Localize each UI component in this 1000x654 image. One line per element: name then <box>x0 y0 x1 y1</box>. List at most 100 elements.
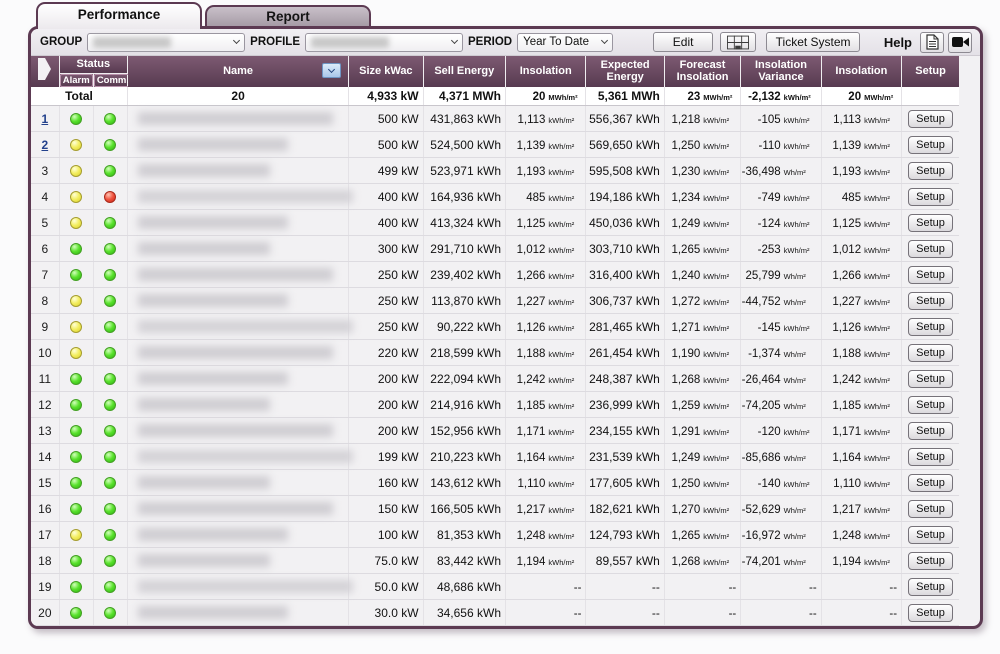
row-number[interactable]: 15 <box>38 476 51 490</box>
redacted-plant-name <box>138 450 353 463</box>
row-number[interactable]: 11 <box>39 372 51 386</box>
name-sort-button[interactable] <box>322 63 341 78</box>
alarm-led <box>70 529 82 541</box>
row-number[interactable]: 17 <box>38 528 51 542</box>
row-number[interactable]: 1 <box>41 112 48 126</box>
setup-button[interactable]: Setup <box>908 370 953 388</box>
plant-name-cell <box>127 496 348 522</box>
plant-name-cell <box>127 444 348 470</box>
setup-button[interactable]: Setup <box>908 526 953 544</box>
size-cell: 250 kW <box>349 288 423 314</box>
sell-energy-cell: 222,094 kWh <box>423 366 505 392</box>
setup-button[interactable]: Setup <box>908 188 953 206</box>
setup-button[interactable]: Setup <box>908 500 953 518</box>
redacted-plant-name <box>138 424 333 437</box>
setup-button[interactable]: Setup <box>908 136 953 154</box>
help-document-button[interactable] <box>920 32 944 53</box>
row-number[interactable]: 8 <box>41 294 48 308</box>
comm-led <box>104 139 116 151</box>
plant-name-cell <box>127 236 348 262</box>
plant-name-cell <box>127 288 348 314</box>
setup-cell: Setup <box>902 106 959 132</box>
row-number-cell: 15 <box>31 470 59 496</box>
insolation-2-cell: 1,164kWh/m² <box>821 444 901 470</box>
alarm-status-cell <box>59 470 93 496</box>
alarm-led <box>70 269 82 281</box>
row-number[interactable]: 3 <box>41 164 48 178</box>
setup-button[interactable]: Setup <box>908 578 953 596</box>
row-number[interactable]: 19 <box>38 580 51 594</box>
sell-energy-cell: 291,710 kWh <box>423 236 505 262</box>
row-number[interactable]: 13 <box>38 424 51 438</box>
chevron-down-icon <box>451 37 458 44</box>
comm-led <box>104 399 116 411</box>
row-number[interactable]: 16 <box>38 502 51 516</box>
size-cell: 100 kW <box>349 522 423 548</box>
comm-led <box>104 477 116 489</box>
size-cell: 500 kW <box>349 106 423 132</box>
alarm-status-cell <box>59 158 93 184</box>
row-number-cell: 13 <box>31 418 59 444</box>
table-row: 3 499 kW 523,971 kWh 1,193kWh/m² 595,508… <box>31 158 959 184</box>
setup-button[interactable]: Setup <box>908 396 953 414</box>
row-number[interactable]: 2 <box>41 138 48 152</box>
setup-button[interactable]: Setup <box>908 292 953 310</box>
row-number[interactable]: 7 <box>41 268 48 282</box>
comm-status-cell <box>93 210 127 236</box>
row-number[interactable]: 14 <box>38 450 51 464</box>
row-number[interactable]: 4 <box>41 190 48 204</box>
sell-energy-cell: 113,870 kWh <box>423 288 505 314</box>
comm-led <box>104 425 116 437</box>
setup-button[interactable]: Setup <box>908 422 953 440</box>
setup-button[interactable]: Setup <box>908 604 953 622</box>
period-select[interactable]: Year To Date <box>517 33 613 52</box>
tab-performance[interactable]: Performance <box>36 2 202 29</box>
insolation-cell: 1,012kWh/m² <box>506 236 586 262</box>
insolation-cell: 1,125kWh/m² <box>506 210 586 236</box>
edit-button[interactable]: Edit <box>653 32 713 52</box>
ticket-system-button[interactable]: Ticket System <box>766 32 860 52</box>
insolation-2-cell: 1,125kWh/m² <box>821 210 901 236</box>
row-number[interactable]: 20 <box>38 606 51 620</box>
tab-report[interactable]: Report <box>205 5 371 26</box>
row-number[interactable]: 5 <box>41 216 48 230</box>
total-count: 20 <box>127 87 348 106</box>
group-select[interactable] <box>87 33 245 52</box>
setup-button[interactable]: Setup <box>908 110 953 128</box>
setup-button[interactable]: Setup <box>908 318 953 336</box>
alarm-led <box>70 113 82 125</box>
row-number[interactable]: 18 <box>38 554 51 568</box>
row-number[interactable]: 12 <box>38 398 51 412</box>
alarm-status-cell <box>59 262 93 288</box>
plant-name-cell <box>127 184 348 210</box>
plant-name-cell <box>127 210 348 236</box>
comm-status-cell <box>93 392 127 418</box>
setup-button[interactable]: Setup <box>908 266 953 284</box>
redacted-plant-name <box>138 268 333 281</box>
setup-button[interactable]: Setup <box>908 344 953 362</box>
insolation-cell: 1,164kWh/m² <box>506 444 586 470</box>
row-number[interactable]: 9 <box>41 320 48 334</box>
setup-button[interactable]: Setup <box>908 552 953 570</box>
table-row: 6 300 kW 291,710 kWh 1,012kWh/m² 303,710… <box>31 236 959 262</box>
forecast-insolation-cell: 1,218kWh/m² <box>664 106 740 132</box>
setup-button[interactable]: Setup <box>908 448 953 466</box>
profile-label: PROFILE <box>250 36 300 48</box>
plant-name-cell <box>127 470 348 496</box>
setup-button[interactable]: Setup <box>908 162 953 180</box>
setup-button[interactable]: Setup <box>908 214 953 232</box>
profile-select[interactable] <box>305 33 463 52</box>
expected-energy-cell: 316,400 kWh <box>586 262 664 288</box>
help-video-button[interactable] <box>948 32 972 53</box>
setup-button[interactable]: Setup <box>908 474 953 492</box>
redacted-plant-name <box>138 320 353 333</box>
insolation-2-cell: 1,248kWh/m² <box>821 522 901 548</box>
plant-name-cell <box>127 106 348 132</box>
row-number[interactable]: 10 <box>38 346 51 360</box>
row-number-cell: 3 <box>31 158 59 184</box>
redacted-plant-name <box>138 528 288 541</box>
grid-view-button[interactable] <box>720 32 756 52</box>
row-number[interactable]: 6 <box>41 242 48 256</box>
insolation-2-cell: 1,193kWh/m² <box>821 158 901 184</box>
setup-button[interactable]: Setup <box>908 240 953 258</box>
